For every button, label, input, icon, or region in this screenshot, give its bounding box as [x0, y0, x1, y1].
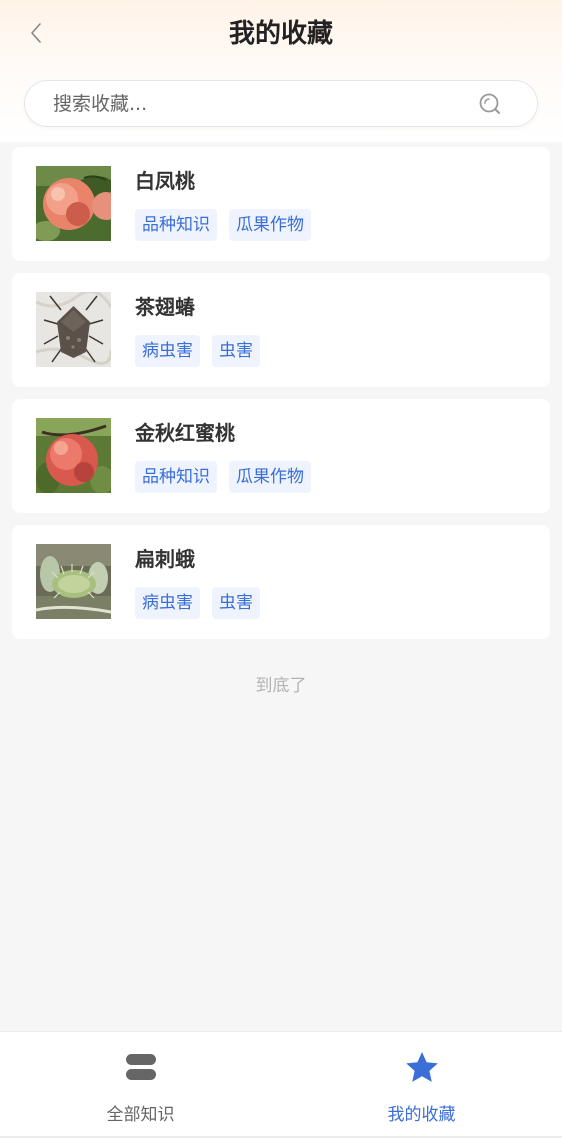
item-title: 白凤桃 [135, 169, 195, 193]
caterpillar-image [36, 544, 111, 619]
search-bar [24, 80, 538, 127]
search-icon[interactable] [477, 91, 503, 117]
list-item[interactable]: 金秋红蜜桃 品种知识 瓜果作物 [12, 399, 550, 513]
tag[interactable]: 瓜果作物 [229, 209, 311, 241]
stack-icon [125, 1054, 156, 1080]
item-title: 扁刺蛾 [135, 547, 195, 571]
tag-list: 品种知识 瓜果作物 [135, 209, 311, 241]
tab-favorites[interactable]: 我的收藏 [281, 1032, 562, 1138]
red-peach-image [36, 418, 111, 493]
tab-label: 我的收藏 [387, 1105, 456, 1125]
tab-all-knowledge[interactable]: 全部知识 [0, 1032, 281, 1138]
stink-bug-image [36, 292, 111, 367]
tab-bar: 全部知识 我的收藏 [0, 1031, 562, 1138]
tag[interactable]: 品种知识 [135, 461, 217, 493]
header: 我的收藏 [0, 0, 562, 142]
tag[interactable]: 品种知识 [135, 209, 217, 241]
favorites-list: 白凤桃 品种知识 瓜果作物 茶翅蝽 病虫害 虫害 金秋红蜜桃 品种知识 瓜果作物… [12, 147, 550, 651]
tag[interactable]: 病虫害 [135, 335, 200, 367]
list-item[interactable]: 茶翅蝽 病虫害 虫害 [12, 273, 550, 387]
tag[interactable]: 虫害 [212, 335, 260, 367]
favorites-page: 我的收藏 搜索收藏... 白凤桃 品种知识 瓜果作物 茶翅蝽 病虫害 虫害 金秋… [0, 0, 562, 1138]
tag-list: 病虫害 虫害 [135, 335, 260, 367]
list-item[interactable]: 白凤桃 品种知识 瓜果作物 [12, 147, 550, 261]
tag[interactable]: 病虫害 [135, 587, 200, 619]
tag[interactable]: 虫害 [212, 587, 260, 619]
peach-image [36, 166, 111, 241]
star-icon [405, 1052, 438, 1082]
tab-label: 全部知识 [106, 1105, 175, 1125]
item-title: 茶翅蝽 [135, 295, 195, 319]
tag[interactable]: 瓜果作物 [229, 461, 311, 493]
tag-list: 品种知识 瓜果作物 [135, 461, 311, 493]
item-title: 金秋红蜜桃 [135, 421, 235, 445]
tag-list: 病虫害 虫害 [135, 587, 260, 619]
page-title: 我的收藏 [228, 19, 333, 49]
end-of-list-text: 到底了 [255, 676, 307, 696]
search-input[interactable] [53, 92, 477, 115]
list-item[interactable]: 扁刺蛾 病虫害 虫害 [12, 525, 550, 639]
